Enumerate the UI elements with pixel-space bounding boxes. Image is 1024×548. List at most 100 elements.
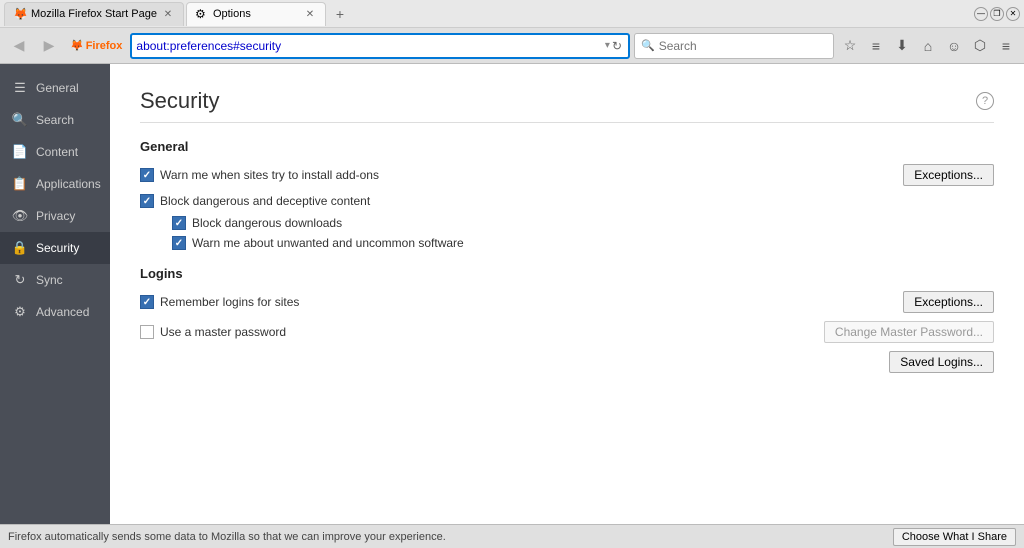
title-divider <box>140 122 994 123</box>
change-master-password-button[interactable]: Change Master Password... <box>824 321 994 343</box>
sidebar-item-sync[interactable]: ↻ Sync <box>0 264 110 296</box>
page-title-row: Security ? <box>140 88 994 114</box>
minimize-button[interactable]: — <box>974 7 988 21</box>
sidebar-label-search: Search <box>36 113 74 127</box>
option-text-master-pw: Use a master password <box>160 325 286 339</box>
back-button[interactable]: ◀ <box>6 33 32 59</box>
status-text: Firefox automatically sends some data to… <box>8 531 446 543</box>
checkmark-logins: ✓ <box>143 297 151 308</box>
sidebar-item-search[interactable]: 🔍 Search <box>0 104 110 136</box>
firefox-tab-icon: 🦊 <box>13 7 27 21</box>
sidebar-item-advanced[interactable]: ⚙ Advanced <box>0 296 110 328</box>
sidebar-label-content: Content <box>36 145 78 159</box>
option-text-downloads: Block dangerous downloads <box>192 216 342 230</box>
sync-icon: ↻ <box>12 272 28 288</box>
page-title: Security <box>140 88 219 114</box>
sidebar-label-advanced: Advanced <box>36 305 89 319</box>
address-input[interactable] <box>136 39 605 53</box>
home-icon[interactable]: ⌂ <box>916 34 940 58</box>
exceptions-button-1[interactable]: Exceptions... <box>903 164 994 186</box>
option-left-addons: ✓ Warn me when sites try to install add-… <box>140 168 379 182</box>
option-row-dangerous: ✓ Block dangerous and deceptive content <box>140 194 994 208</box>
checkbox-dangerous[interactable]: ✓ <box>140 194 154 208</box>
advanced-icon: ⚙ <box>12 304 28 320</box>
reload-button[interactable]: ↻ <box>610 39 624 53</box>
restore-button[interactable]: ❐ <box>990 7 1004 21</box>
close-button[interactable]: ✕ <box>1006 7 1020 21</box>
firefox-icon: 🦊 <box>70 39 84 52</box>
exceptions-button-2[interactable]: Exceptions... <box>903 291 994 313</box>
bookmark-icon[interactable]: ☆ <box>838 34 862 58</box>
option-indented-downloads: ✓ Block dangerous downloads <box>172 216 994 230</box>
sidebar-label-general: General <box>36 81 79 95</box>
sidebar-item-content[interactable]: 📄 Content <box>0 136 110 168</box>
window-controls: — ❐ ✕ <box>974 7 1020 21</box>
sidebar-item-privacy[interactable]: 👁 Privacy <box>0 200 110 232</box>
search-nav-icon: 🔍 <box>12 112 28 128</box>
option-text-unwanted: Warn me about unwanted and uncommon soft… <box>192 236 464 250</box>
search-icon: 🔍 <box>641 39 655 52</box>
pocket-icon[interactable]: ⬡ <box>968 34 992 58</box>
options-tab-icon: ⚙ <box>195 7 209 21</box>
sidebar-label-sync: Sync <box>36 273 63 287</box>
search-bar-container: 🔍 <box>634 33 834 59</box>
tab2-title: Options <box>213 8 299 20</box>
menu-icon[interactable]: ≡ <box>994 34 1018 58</box>
smiley-icon[interactable]: ☺ <box>942 34 966 58</box>
option-left-dangerous: ✓ Block dangerous and deceptive content <box>140 194 370 208</box>
checkmark-addons: ✓ <box>143 170 151 181</box>
option-text-dangerous: Block dangerous and deceptive content <box>160 194 370 208</box>
title-bar: 🦊 Mozilla Firefox Start Page ✕ ⚙ Options… <box>0 0 1024 28</box>
download-icon[interactable]: ⬇ <box>890 34 914 58</box>
tab-firefox-start[interactable]: 🦊 Mozilla Firefox Start Page ✕ <box>4 2 184 26</box>
applications-icon: 📋 <box>12 176 28 192</box>
checkbox-master-pw[interactable] <box>140 325 154 339</box>
sidebar-item-applications[interactable]: 📋 Applications <box>0 168 110 200</box>
sidebar-item-security[interactable]: 🔒 Security <box>0 232 110 264</box>
status-bar: Firefox automatically sends some data to… <box>0 524 1024 548</box>
sidebar-label-security: Security <box>36 241 79 255</box>
checkbox-addons[interactable]: ✓ <box>140 168 154 182</box>
general-section-title: General <box>140 139 994 154</box>
checkmark-downloads: ✓ <box>175 218 183 229</box>
sidebar-label-privacy: Privacy <box>36 209 75 223</box>
search-input[interactable] <box>659 39 827 53</box>
checkmark-unwanted: ✓ <box>175 238 183 249</box>
option-row-addons: ✓ Warn me when sites try to install add-… <box>140 164 994 186</box>
tab-options[interactable]: ⚙ Options ✕ <box>186 2 326 26</box>
option-row-remember-logins: ✓ Remember logins for sites Exceptions..… <box>140 291 994 313</box>
security-icon: 🔒 <box>12 240 28 256</box>
firefox-label: Firefox <box>86 40 123 52</box>
privacy-icon: 👁 <box>12 208 28 224</box>
help-icon[interactable]: ? <box>976 92 994 110</box>
choose-share-button[interactable]: Choose What I Share <box>893 528 1016 546</box>
content-icon: 📄 <box>12 144 28 160</box>
address-bar-container[interactable]: ▾ ↻ <box>130 33 630 59</box>
tab1-title: Mozilla Firefox Start Page <box>31 8 157 20</box>
content-area: Security ? General ✓ Warn me when sites … <box>110 64 1024 524</box>
checkmark-dangerous: ✓ <box>143 196 151 207</box>
option-text-addons: Warn me when sites try to install add-on… <box>160 168 379 182</box>
sidebar: ☰ General 🔍 Search 📄 Content 📋 Applicati… <box>0 64 110 524</box>
reader-icon[interactable]: ≡ <box>864 34 888 58</box>
checkbox-logins[interactable]: ✓ <box>140 295 154 309</box>
option-left-logins: ✓ Remember logins for sites <box>140 295 299 309</box>
nav-icons: ☆ ≡ ⬇ ⌂ ☺ ⬡ ≡ <box>838 34 1018 58</box>
saved-logins-button[interactable]: Saved Logins... <box>889 351 994 373</box>
new-tab-button[interactable]: + <box>328 2 352 26</box>
tab1-close-icon[interactable]: ✕ <box>161 7 175 21</box>
option-text-logins: Remember logins for sites <box>160 295 299 309</box>
checkbox-unwanted[interactable]: ✓ <box>172 236 186 250</box>
nav-bar: ◀ ▶ 🦊 Firefox ▾ ↻ 🔍 ☆ ≡ ⬇ ⌂ ☺ ⬡ ≡ <box>0 28 1024 64</box>
forward-button[interactable]: ▶ <box>36 33 62 59</box>
option-indented-unwanted: ✓ Warn me about unwanted and uncommon so… <box>172 236 994 250</box>
sidebar-label-applications: Applications <box>36 177 101 191</box>
option-left-master-pw: Use a master password <box>140 325 286 339</box>
firefox-menu-button[interactable]: 🦊 Firefox <box>66 37 126 54</box>
main-layout: ☰ General 🔍 Search 📄 Content 📋 Applicati… <box>0 64 1024 524</box>
checkbox-downloads[interactable]: ✓ <box>172 216 186 230</box>
general-icon: ☰ <box>12 80 28 96</box>
sidebar-item-general[interactable]: ☰ General <box>0 72 110 104</box>
option-row-master-pw: Use a master password Change Master Pass… <box>140 321 994 343</box>
tab2-close-icon[interactable]: ✕ <box>303 7 317 21</box>
